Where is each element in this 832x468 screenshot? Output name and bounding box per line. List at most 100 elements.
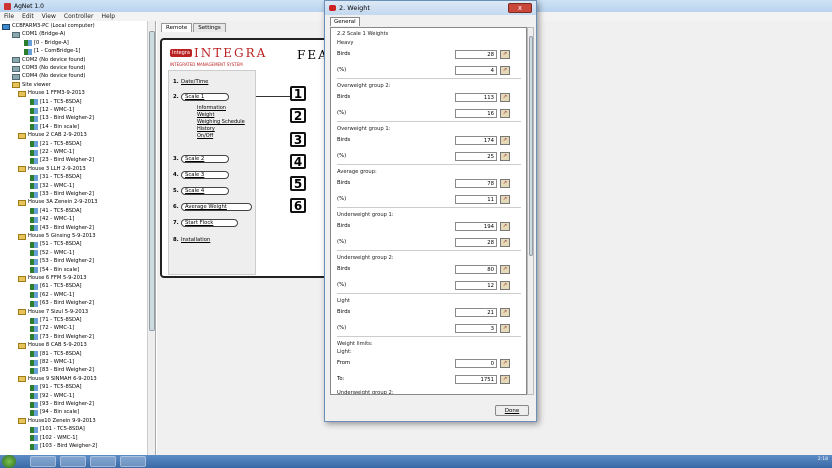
tree-item[interactable]: [102 - WMC-1] [30, 435, 78, 442]
tree-item[interactable]: [51 - TC5-8SDA] [30, 241, 82, 248]
tree-item[interactable]: [21 - TC5-8SDA] [30, 141, 82, 148]
tree-item[interactable]: [61 - TC5-8SDA] [30, 283, 82, 290]
value-field[interactable]: 4 [455, 65, 497, 75]
tree-item[interactable]: CCBFARM3-PC (Local computer) [2, 23, 95, 30]
tree-item[interactable]: [32 - WMC-1] [30, 183, 74, 190]
tree-item[interactable]: [83 - Bird Weigher-2] [30, 367, 94, 374]
tree-item[interactable]: [71 - TC5-8SDA] [30, 317, 82, 324]
chart-icon[interactable]: ↗ [500, 307, 510, 317]
menu-item-average-weight[interactable]: 6. Average Weight [173, 203, 252, 211]
tree-item[interactable]: House 5 Ginsing 5-9-2013 [18, 233, 96, 240]
tree-item[interactable]: [22 - WMC-1] [30, 149, 74, 156]
number-key-6[interactable]: 6 [290, 198, 306, 213]
tree-item[interactable]: [72 - WMC-1] [30, 325, 74, 332]
tree-item[interactable]: House 3A Zenein 2-9-2013 [18, 199, 98, 206]
tree-item[interactable]: [33 - Bird Weigher-2] [30, 191, 94, 198]
menu-item-scale1[interactable]: 2. Scale 1 [173, 93, 230, 101]
value-field[interactable]: 12 [455, 280, 497, 290]
value-field[interactable]: 194 [455, 221, 497, 231]
number-key-1[interactable]: 1 [290, 86, 306, 101]
value-field[interactable]: 174 [455, 135, 497, 145]
tree-item[interactable]: [92 - WMC-1] [30, 393, 74, 400]
dialog-titlebar[interactable]: 2. Weight [325, 1, 536, 15]
tree-item[interactable]: COM1 (Bridge-A) [12, 31, 65, 38]
chart-icon[interactable]: ↗ [500, 108, 510, 118]
chart-icon[interactable]: ↗ [500, 374, 510, 384]
menu-item-scale3[interactable]: 4. Scale 3 [173, 171, 230, 179]
menu-item-scale4[interactable]: 5. Scale 4 [173, 187, 230, 195]
menu-help[interactable]: Help [101, 13, 115, 20]
tree-item[interactable]: [41 - TC5-8SDA] [30, 208, 82, 215]
submenu-history[interactable]: History [197, 126, 215, 132]
tree-item[interactable]: [63 - Bird Weigher-2] [30, 300, 94, 307]
tree-item[interactable]: [23 - Bird Weigher-2] [30, 157, 94, 164]
value-field[interactable]: 25 [455, 151, 497, 161]
tree-item[interactable]: [31 - TC5-8SDA] [30, 174, 82, 181]
submenu-information[interactable]: Information [197, 105, 226, 111]
chart-icon[interactable]: ↗ [500, 194, 510, 204]
tree-item[interactable]: House 6 FFM 5-9-2013 [18, 275, 87, 282]
chart-icon[interactable]: ↗ [500, 135, 510, 145]
dialog-scrollbar[interactable] [527, 27, 534, 395]
menu-file[interactable]: File [4, 13, 14, 20]
chart-icon[interactable]: ↗ [500, 178, 510, 188]
submenu-weight[interactable]: Weight [197, 112, 214, 118]
tree-item[interactable]: [101 - TC5-8SDA] [30, 426, 85, 433]
tree-item[interactable]: [13 - Bird Weigher-2] [30, 115, 94, 122]
taskbar-item-4[interactable] [120, 456, 146, 467]
tree-item[interactable]: House 9 SINMAH 6-9-2013 [18, 376, 97, 383]
value-field[interactable]: 3 [455, 323, 497, 333]
tree-scrollbar[interactable] [147, 21, 155, 455]
tab-settings[interactable]: Settings [193, 23, 226, 32]
done-button[interactable]: Done [495, 405, 529, 416]
number-key-3[interactable]: 3 [290, 132, 306, 147]
tree-item[interactable]: COM2 (No device found) [12, 57, 85, 64]
value-field[interactable]: 11 [455, 194, 497, 204]
chart-icon[interactable]: ↗ [500, 280, 510, 290]
tab-remote[interactable]: Remote [161, 23, 193, 32]
tree-item[interactable]: [43 - Bird Weigher-2] [30, 225, 94, 232]
chart-icon[interactable]: ↗ [500, 221, 510, 231]
value-field[interactable]: 1751 [455, 374, 497, 384]
tree-item[interactable]: [81 - TC5-8SDA] [30, 351, 82, 358]
chart-icon[interactable]: ↗ [500, 264, 510, 274]
number-key-5[interactable]: 5 [290, 176, 306, 191]
menu-item-scale2[interactable]: 3. Scale 2 [173, 155, 230, 163]
value-field[interactable]: 28 [455, 237, 497, 247]
close-button[interactable]: x [508, 3, 532, 13]
chart-icon[interactable]: ↗ [500, 323, 510, 333]
menu-view[interactable]: View [42, 13, 56, 20]
tree-item[interactable]: [1 - ComBridge-1] [24, 48, 80, 55]
value-field[interactable]: 78 [455, 178, 497, 188]
value-field[interactable]: 28 [455, 49, 497, 59]
tree-item[interactable]: [82 - WMC-1] [30, 359, 74, 366]
number-key-2[interactable]: 2 [290, 108, 306, 123]
chart-icon[interactable]: ↗ [500, 49, 510, 59]
taskbar-item-1[interactable] [30, 456, 56, 467]
tree-item[interactable]: [91 - TC5-8SDA] [30, 384, 82, 391]
tree-item[interactable]: House10 Zenein 9-9-2013 [18, 418, 96, 425]
chart-icon[interactable]: ↗ [500, 237, 510, 247]
value-field[interactable]: 21 [455, 307, 497, 317]
tree-item[interactable]: House 1 FFM3-9-2013 [18, 90, 85, 97]
tree-item[interactable]: [42 - WMC-1] [30, 216, 74, 223]
tree-item[interactable]: [73 - Bird Weigher-2] [30, 334, 94, 341]
tree-item[interactable]: Site viewer [12, 82, 51, 89]
tree-item[interactable]: House 2 CAB 2-9-2013 [18, 132, 87, 139]
taskbar-item-3[interactable] [90, 456, 116, 467]
menu-item-start-flock[interactable]: 7. Start Flock [173, 219, 239, 227]
device-tree[interactable]: CCBFARM3-PC (Local computer) COM1 (Bridge… [0, 21, 156, 455]
menu-item-installation[interactable]: 8. Installation [173, 237, 210, 243]
tree-item[interactable]: [103 - Bird Weigher-2] [30, 443, 97, 450]
tree-item[interactable]: [14 - Bin scale] [30, 124, 79, 131]
tree-item[interactable]: House 7 Sizul 5-9-2013 [18, 309, 88, 316]
tree-item[interactable]: [12 - WMC-1] [30, 107, 74, 114]
number-key-4[interactable]: 4 [290, 154, 306, 169]
chart-icon[interactable]: ↗ [500, 65, 510, 75]
tree-item[interactable]: House 8 CAB 5-9-2013 [18, 342, 87, 349]
value-field[interactable]: 80 [455, 264, 497, 274]
tree-item[interactable]: House 3 LLH 2-9-2013 [18, 166, 86, 173]
taskbar-item-2[interactable] [60, 456, 86, 467]
value-field[interactable]: 113 [455, 92, 497, 102]
tree-item[interactable]: COM4 (No device found) [12, 73, 85, 80]
